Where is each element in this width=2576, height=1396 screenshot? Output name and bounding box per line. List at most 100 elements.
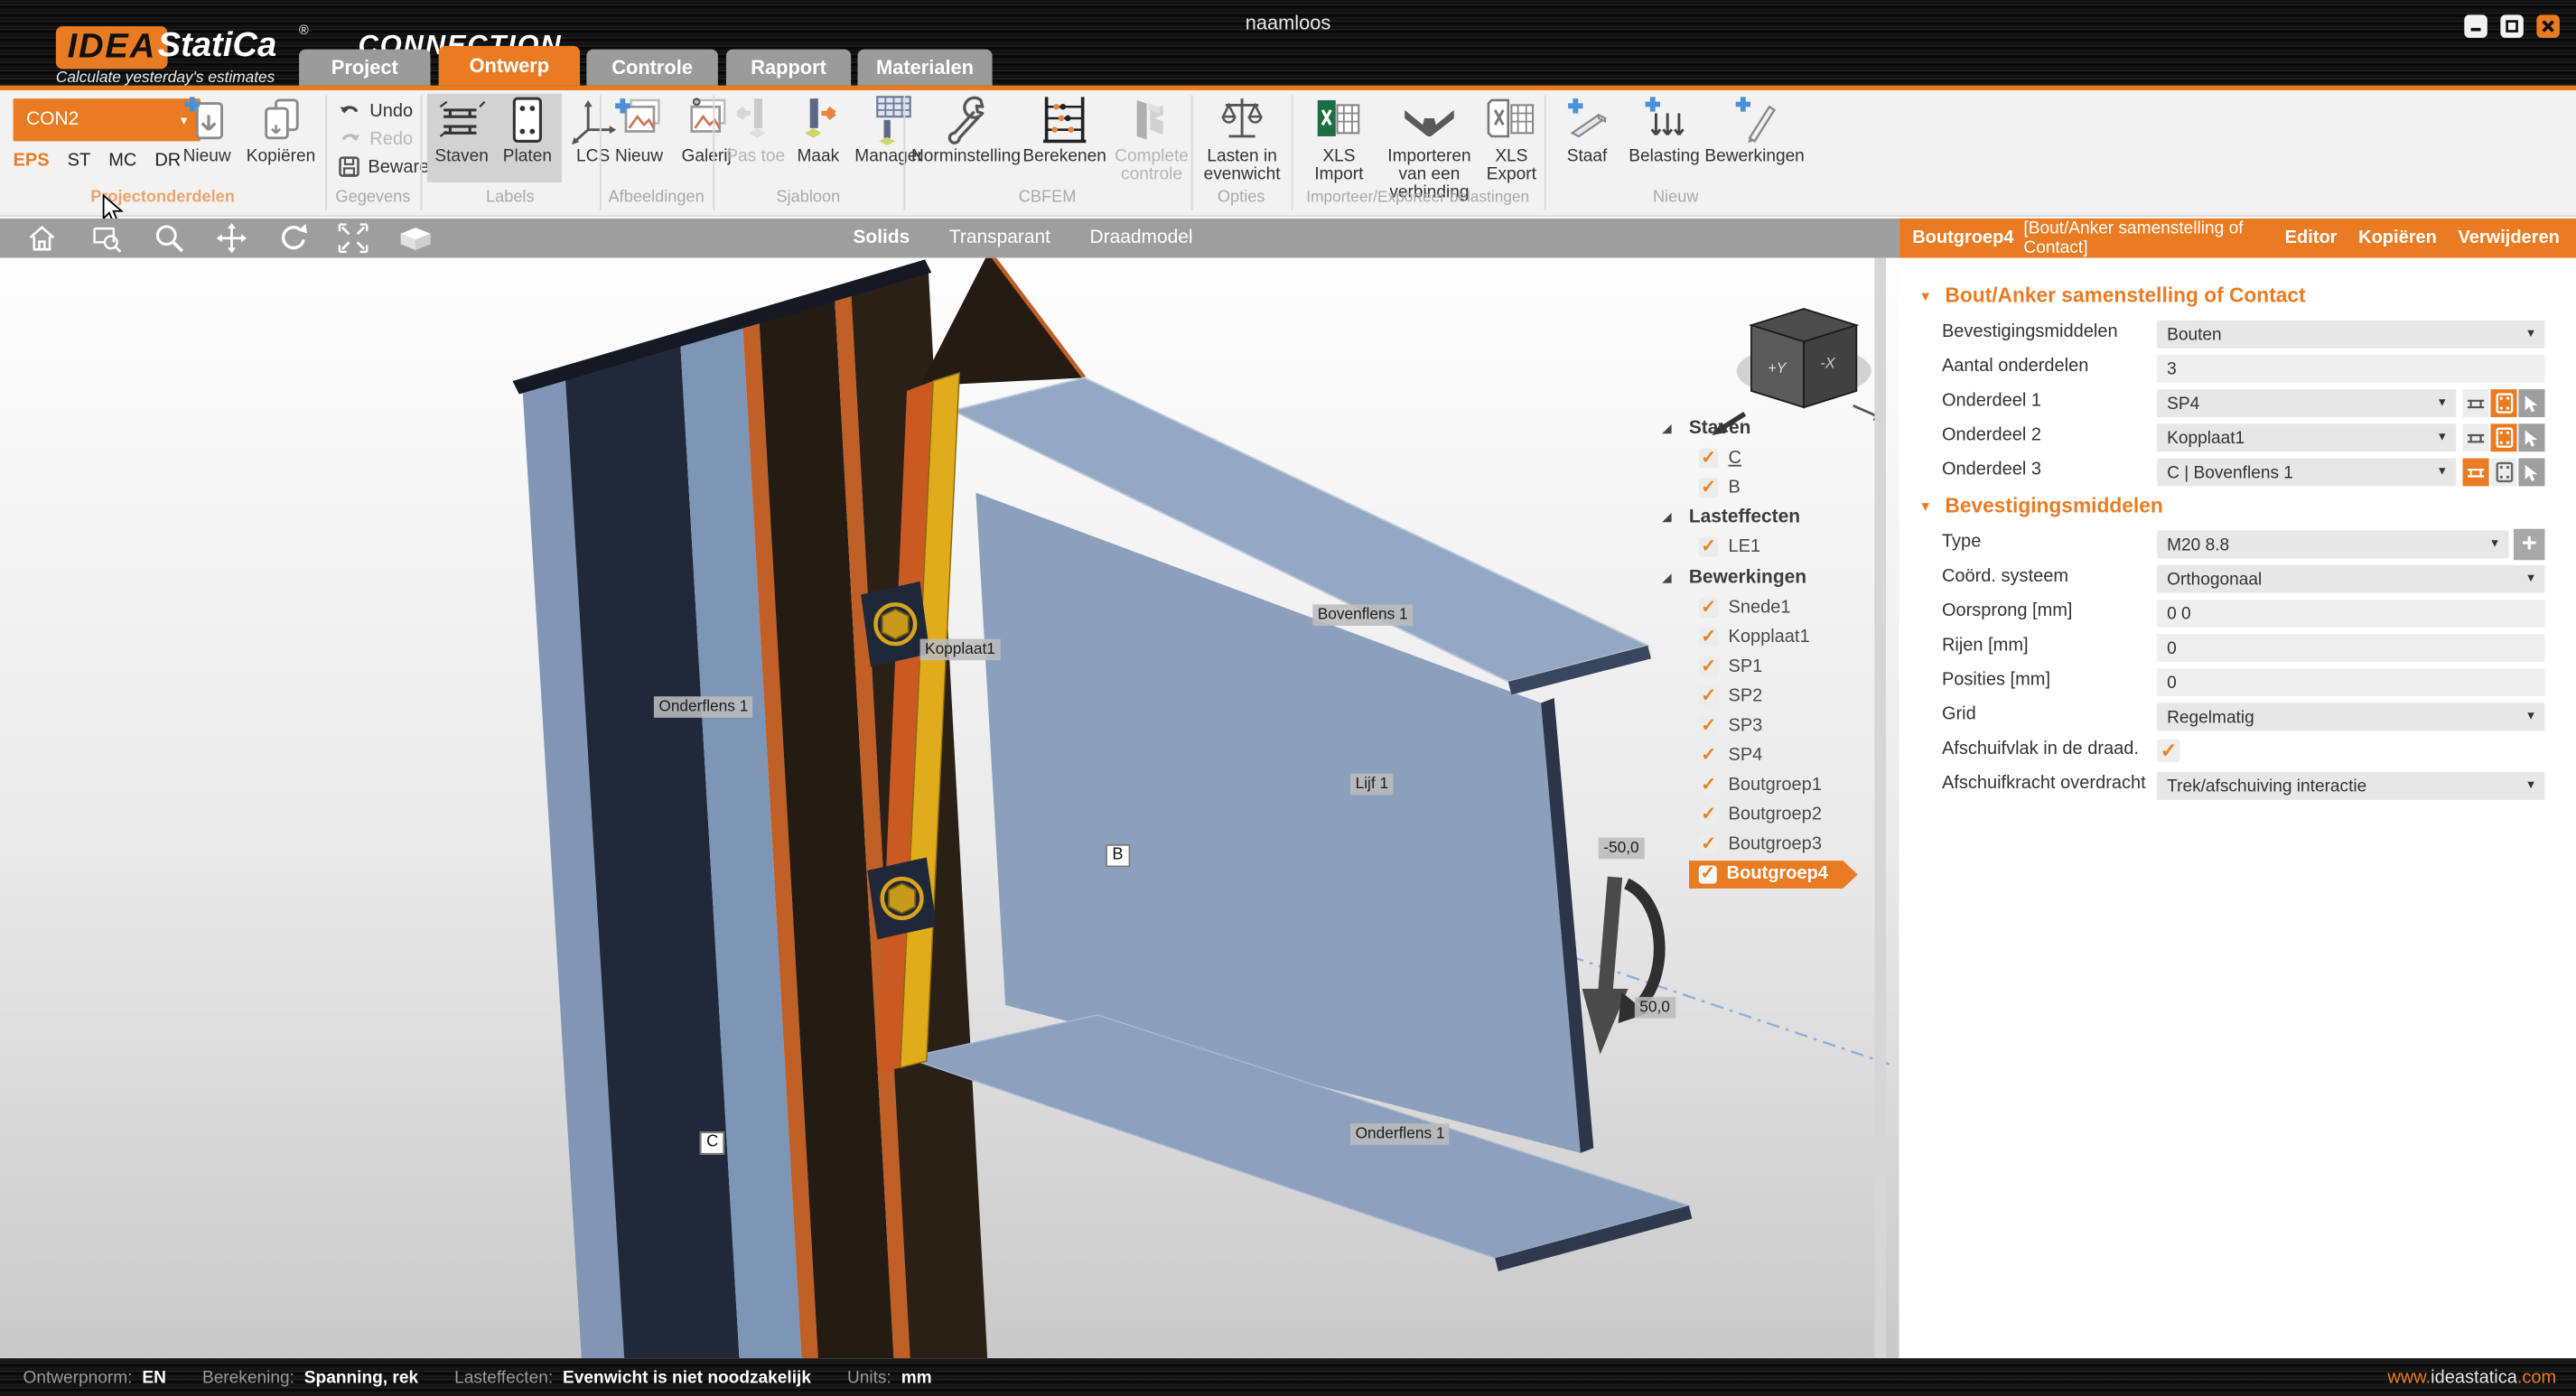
pick-in-scene-button[interactable]: [2518, 423, 2544, 451]
tab-materialen[interactable]: Materialen: [857, 50, 992, 86]
staven-toggle-button[interactable]: Staven: [429, 94, 495, 166]
checkbox-checked-icon[interactable]: ✓: [1699, 686, 1719, 706]
zoom-button[interactable]: [145, 219, 194, 258]
checkbox-checked-icon[interactable]: ✓: [1699, 597, 1719, 617]
tree-item-snede1[interactable]: ✓ Snede1: [1663, 592, 1896, 622]
complete-controle-button[interactable]: Complete controle: [1111, 94, 1193, 184]
tab-project[interactable]: Project: [299, 50, 431, 86]
afschuifvlak-checkbox[interactable]: ✓: [2157, 740, 2179, 762]
staaf-button[interactable]: Staaf: [1551, 94, 1623, 166]
tree-item-sp2[interactable]: ✓ SP2: [1663, 682, 1896, 712]
ideastatica-link[interactable]: www.ideastatica.com: [2387, 1367, 2556, 1387]
mode-solids[interactable]: Solids: [853, 228, 910, 248]
minimize-button[interactable]: [2464, 14, 2487, 37]
tree-item-boutgroep1[interactable]: ✓ Boutgroep1: [1663, 770, 1896, 800]
tree-group-lasteffecten[interactable]: ◢ Lasteffecten: [1663, 503, 1896, 533]
tree-item-kopplaat1[interactable]: ✓ Kopplaat1: [1663, 622, 1896, 652]
expander-icon[interactable]: ◢: [1663, 571, 1679, 584]
rijen-input[interactable]: 0: [2157, 634, 2544, 662]
pick-plate-button[interactable]: [2490, 458, 2516, 486]
xls-export-button[interactable]: XLS Export: [1477, 94, 1545, 184]
tree-item-boutgroep4-selected[interactable]: ✓ Boutgroep4: [1663, 860, 1896, 889]
tree-group-staven[interactable]: ◢ Staven: [1663, 414, 1896, 443]
posities-input[interactable]: 0: [2157, 668, 2544, 696]
add-bolt-type-button[interactable]: +: [2514, 529, 2545, 561]
collapse-triangle-icon[interactable]: ▼: [1918, 498, 1931, 513]
onderdeel-3-select[interactable]: C | Bovenflens 1 ▼: [2157, 458, 2456, 486]
coord-systeem-select[interactable]: Orthogonaal ▼: [2157, 565, 2544, 593]
tree-item-sp3[interactable]: ✓ SP3: [1663, 711, 1896, 740]
expander-icon[interactable]: ◢: [1663, 423, 1679, 436]
expander-icon[interactable]: ◢: [1663, 511, 1679, 525]
tree-item-boutgroep2[interactable]: ✓ Boutgroep2: [1663, 800, 1896, 830]
pick-beam-button[interactable]: [2463, 389, 2489, 417]
pick-in-scene-button[interactable]: [2518, 458, 2544, 486]
belasting-button[interactable]: Belasting: [1623, 94, 1705, 166]
tree-item-boutgroep3[interactable]: ✓ Boutgroep3: [1663, 830, 1896, 860]
maximize-button[interactable]: [2500, 14, 2523, 37]
collapse-triangle-icon[interactable]: ▼: [1918, 288, 1931, 302]
tab-ontwerp[interactable]: Ontwerp: [439, 46, 580, 86]
xls-import-button[interactable]: XLS Import: [1300, 94, 1378, 184]
mode-draadmodel[interactable]: Draadmodel: [1090, 228, 1193, 248]
tree-group-bewerkingen[interactable]: ◢ Bewerkingen: [1663, 563, 1896, 592]
pick-beam-button[interactable]: [2463, 458, 2489, 486]
checkbox-checked-icon[interactable]: ✓: [1699, 776, 1719, 796]
grid-select[interactable]: Regelmatig ▼: [2157, 703, 2544, 731]
pick-plate-button[interactable]: [2490, 423, 2516, 451]
checkbox-checked-icon[interactable]: ✓: [1699, 538, 1719, 558]
checkbox-checked-icon[interactable]: ✓: [1699, 805, 1719, 825]
checkbox-checked-icon[interactable]: ✓: [1699, 449, 1719, 469]
checkbox-checked-icon[interactable]: ✓: [1699, 865, 1717, 883]
tree-item-le1[interactable]: ✓ LE1: [1663, 533, 1896, 563]
checkbox-checked-icon[interactable]: ✓: [1699, 627, 1719, 647]
verwijderen-button[interactable]: Verwijderen: [2459, 228, 2560, 248]
pick-beam-button[interactable]: [2463, 423, 2489, 451]
pas-toe-button[interactable]: Pas toe: [723, 94, 789, 166]
lasten-in-evenwicht-button[interactable]: Lasten in evenwicht: [1196, 94, 1288, 184]
tab-rapport[interactable]: Rapport: [726, 50, 851, 86]
solid-view-button[interactable]: [391, 219, 441, 258]
tree-item-sp4[interactable]: ✓ SP4: [1663, 740, 1896, 770]
aantal-onderdelen-input[interactable]: 3: [2157, 355, 2544, 383]
tree-item-sp1[interactable]: ✓ SP1: [1663, 652, 1896, 682]
home-view-button[interactable]: [16, 219, 66, 258]
undo-button[interactable]: Undo: [339, 98, 413, 123]
pan-button[interactable]: [207, 219, 257, 258]
kopieren-button[interactable]: Kopiëren: [240, 94, 322, 166]
onderdeel-2-select[interactable]: Kopplaat1 ▼: [2157, 423, 2456, 451]
mode-mc[interactable]: MC: [108, 151, 136, 171]
platen-toggle-button[interactable]: Platen: [494, 94, 560, 166]
connection-select[interactable]: CON2 ▾: [14, 98, 201, 141]
nieuw-project-button[interactable]: Nieuw: [174, 94, 240, 166]
nieuw-afbeelding-button[interactable]: Nieuw: [606, 94, 672, 166]
bewaren-button[interactable]: Bewaren: [339, 154, 440, 179]
oorsprong-input[interactable]: 0 0: [2157, 600, 2544, 628]
pick-in-scene-button[interactable]: [2518, 389, 2544, 417]
afschuifkracht-select[interactable]: Trek/afschuiving interactie ▼: [2157, 772, 2544, 800]
kopieren-action-button[interactable]: Kopiëren: [2358, 228, 2437, 248]
bevestigingsmiddelen-select[interactable]: Bouten ▼: [2157, 321, 2544, 349]
checkbox-checked-icon[interactable]: ✓: [1699, 716, 1719, 736]
tree-item-c[interactable]: ✓ C: [1663, 443, 1896, 473]
pick-plate-button[interactable]: [2490, 389, 2516, 417]
tree-item-b[interactable]: ✓ B: [1663, 473, 1896, 503]
zoom-fit-button[interactable]: [329, 219, 378, 258]
onderdeel-1-select[interactable]: SP4 ▼: [2157, 389, 2456, 417]
mode-eps[interactable]: EPS: [14, 151, 50, 171]
maak-button[interactable]: Maak: [785, 94, 851, 166]
mode-st[interactable]: ST: [68, 151, 91, 171]
importeren-verbinding-button[interactable]: Importeren van een verbinding: [1378, 94, 1480, 202]
section-bevestigingsmiddelen[interactable]: ▼ Bevestigingsmiddelen: [1918, 494, 2162, 517]
redo-button[interactable]: Redo: [339, 126, 413, 151]
editor-button[interactable]: Editor: [2285, 228, 2338, 248]
close-button[interactable]: [2536, 14, 2559, 37]
checkbox-checked-icon[interactable]: ✓: [1699, 746, 1719, 766]
rotate-button[interactable]: [269, 219, 319, 258]
model-viewport[interactable]: +Y -X Bovenflens 1 Kopplaat1 Onderflens …: [0, 258, 1899, 1359]
checkbox-checked-icon[interactable]: ✓: [1699, 835, 1719, 855]
checkbox-checked-icon[interactable]: ✓: [1699, 656, 1719, 676]
bewerkingen-button[interactable]: Bewerkingen: [1705, 94, 1804, 166]
section-bout-anker[interactable]: ▼ Bout/Anker samenstelling of Contact: [1918, 284, 2305, 307]
tab-controle[interactable]: Controle: [586, 50, 718, 86]
